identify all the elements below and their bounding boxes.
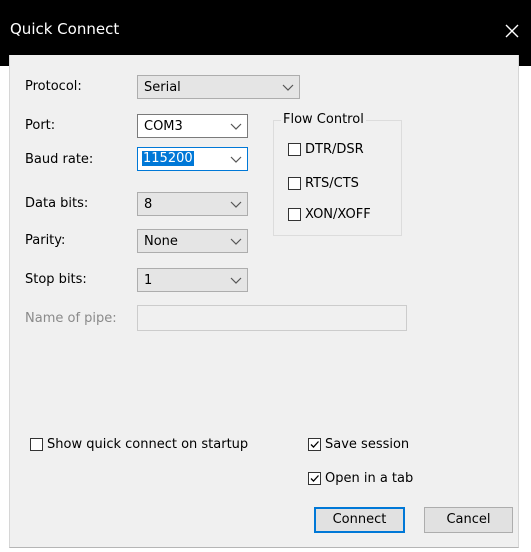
port-value: COM3 bbox=[144, 119, 183, 134]
chevron-down-icon bbox=[229, 272, 243, 288]
checkbox-box[interactable] bbox=[288, 176, 301, 190]
show-on-startup-label: Show quick connect on startup bbox=[47, 436, 249, 452]
save-session-label: Save session bbox=[325, 436, 410, 452]
baud-rate-value[interactable]: 115200 bbox=[142, 151, 194, 166]
window-title: Quick Connect bbox=[10, 20, 120, 38]
baud-rate-label: Baud rate: bbox=[25, 152, 94, 167]
dialog-body: Protocol: Serial Port: COM3 Baud rate: 1… bbox=[9, 55, 519, 548]
name-of-pipe-input bbox=[137, 305, 407, 331]
chevron-down-icon bbox=[229, 196, 243, 212]
checkbox-box[interactable] bbox=[288, 207, 301, 221]
parity-value: None bbox=[144, 234, 178, 249]
checkbox-box[interactable] bbox=[30, 437, 43, 451]
show-on-startup-checkbox[interactable]: Show quick connect on startup bbox=[30, 435, 248, 453]
protocol-label: Protocol: bbox=[25, 79, 82, 94]
flow-control-title: Flow Control bbox=[281, 112, 366, 127]
checkbox-box[interactable] bbox=[308, 437, 321, 451]
port-select[interactable]: COM3 bbox=[137, 114, 248, 138]
chevron-down-icon bbox=[229, 233, 243, 249]
data-bits-label: Data bits: bbox=[25, 196, 89, 211]
open-in-tab-checkbox[interactable]: Open in a tab bbox=[308, 469, 413, 487]
close-icon bbox=[505, 24, 519, 38]
baud-rate-select[interactable]: 115200 bbox=[137, 147, 248, 171]
parity-select[interactable]: None bbox=[137, 229, 248, 253]
open-in-tab-label: Open in a tab bbox=[325, 470, 414, 486]
parity-label: Parity: bbox=[25, 233, 66, 248]
stop-bits-select[interactable]: 1 bbox=[137, 268, 248, 292]
dtr-dsr-checkbox[interactable]: DTR/DSR bbox=[288, 140, 364, 158]
checkmark-icon bbox=[310, 474, 319, 482]
data-bits-select[interactable]: 8 bbox=[137, 192, 248, 216]
stop-bits-label: Stop bits: bbox=[25, 272, 87, 287]
name-of-pipe-label: Name of pipe: bbox=[25, 311, 117, 326]
cancel-button[interactable]: Cancel bbox=[424, 507, 513, 533]
chevron-down-icon bbox=[229, 151, 243, 167]
protocol-value: Serial bbox=[144, 80, 181, 95]
checkmark-icon bbox=[310, 440, 319, 448]
port-label: Port: bbox=[25, 118, 56, 133]
rts-cts-label: RTS/CTS bbox=[305, 175, 359, 191]
xon-xoff-label: XON/XOFF bbox=[305, 206, 371, 222]
save-session-checkbox[interactable]: Save session bbox=[308, 435, 409, 453]
quick-connect-dialog: Quick Connect Protocol: Serial Port: COM… bbox=[0, 0, 531, 552]
checkbox-box[interactable] bbox=[288, 142, 301, 156]
checkbox-box[interactable] bbox=[308, 471, 321, 485]
xon-xoff-checkbox[interactable]: XON/XOFF bbox=[288, 205, 371, 223]
close-button[interactable] bbox=[493, 14, 531, 48]
data-bits-value: 8 bbox=[144, 197, 153, 212]
connect-button[interactable]: Connect bbox=[314, 507, 405, 533]
protocol-select[interactable]: Serial bbox=[137, 75, 300, 99]
chevron-down-icon bbox=[229, 118, 243, 134]
rts-cts-checkbox[interactable]: RTS/CTS bbox=[288, 174, 359, 192]
stop-bits-value: 1 bbox=[144, 273, 153, 288]
dtr-dsr-label: DTR/DSR bbox=[305, 141, 364, 157]
chevron-down-icon bbox=[281, 79, 295, 95]
